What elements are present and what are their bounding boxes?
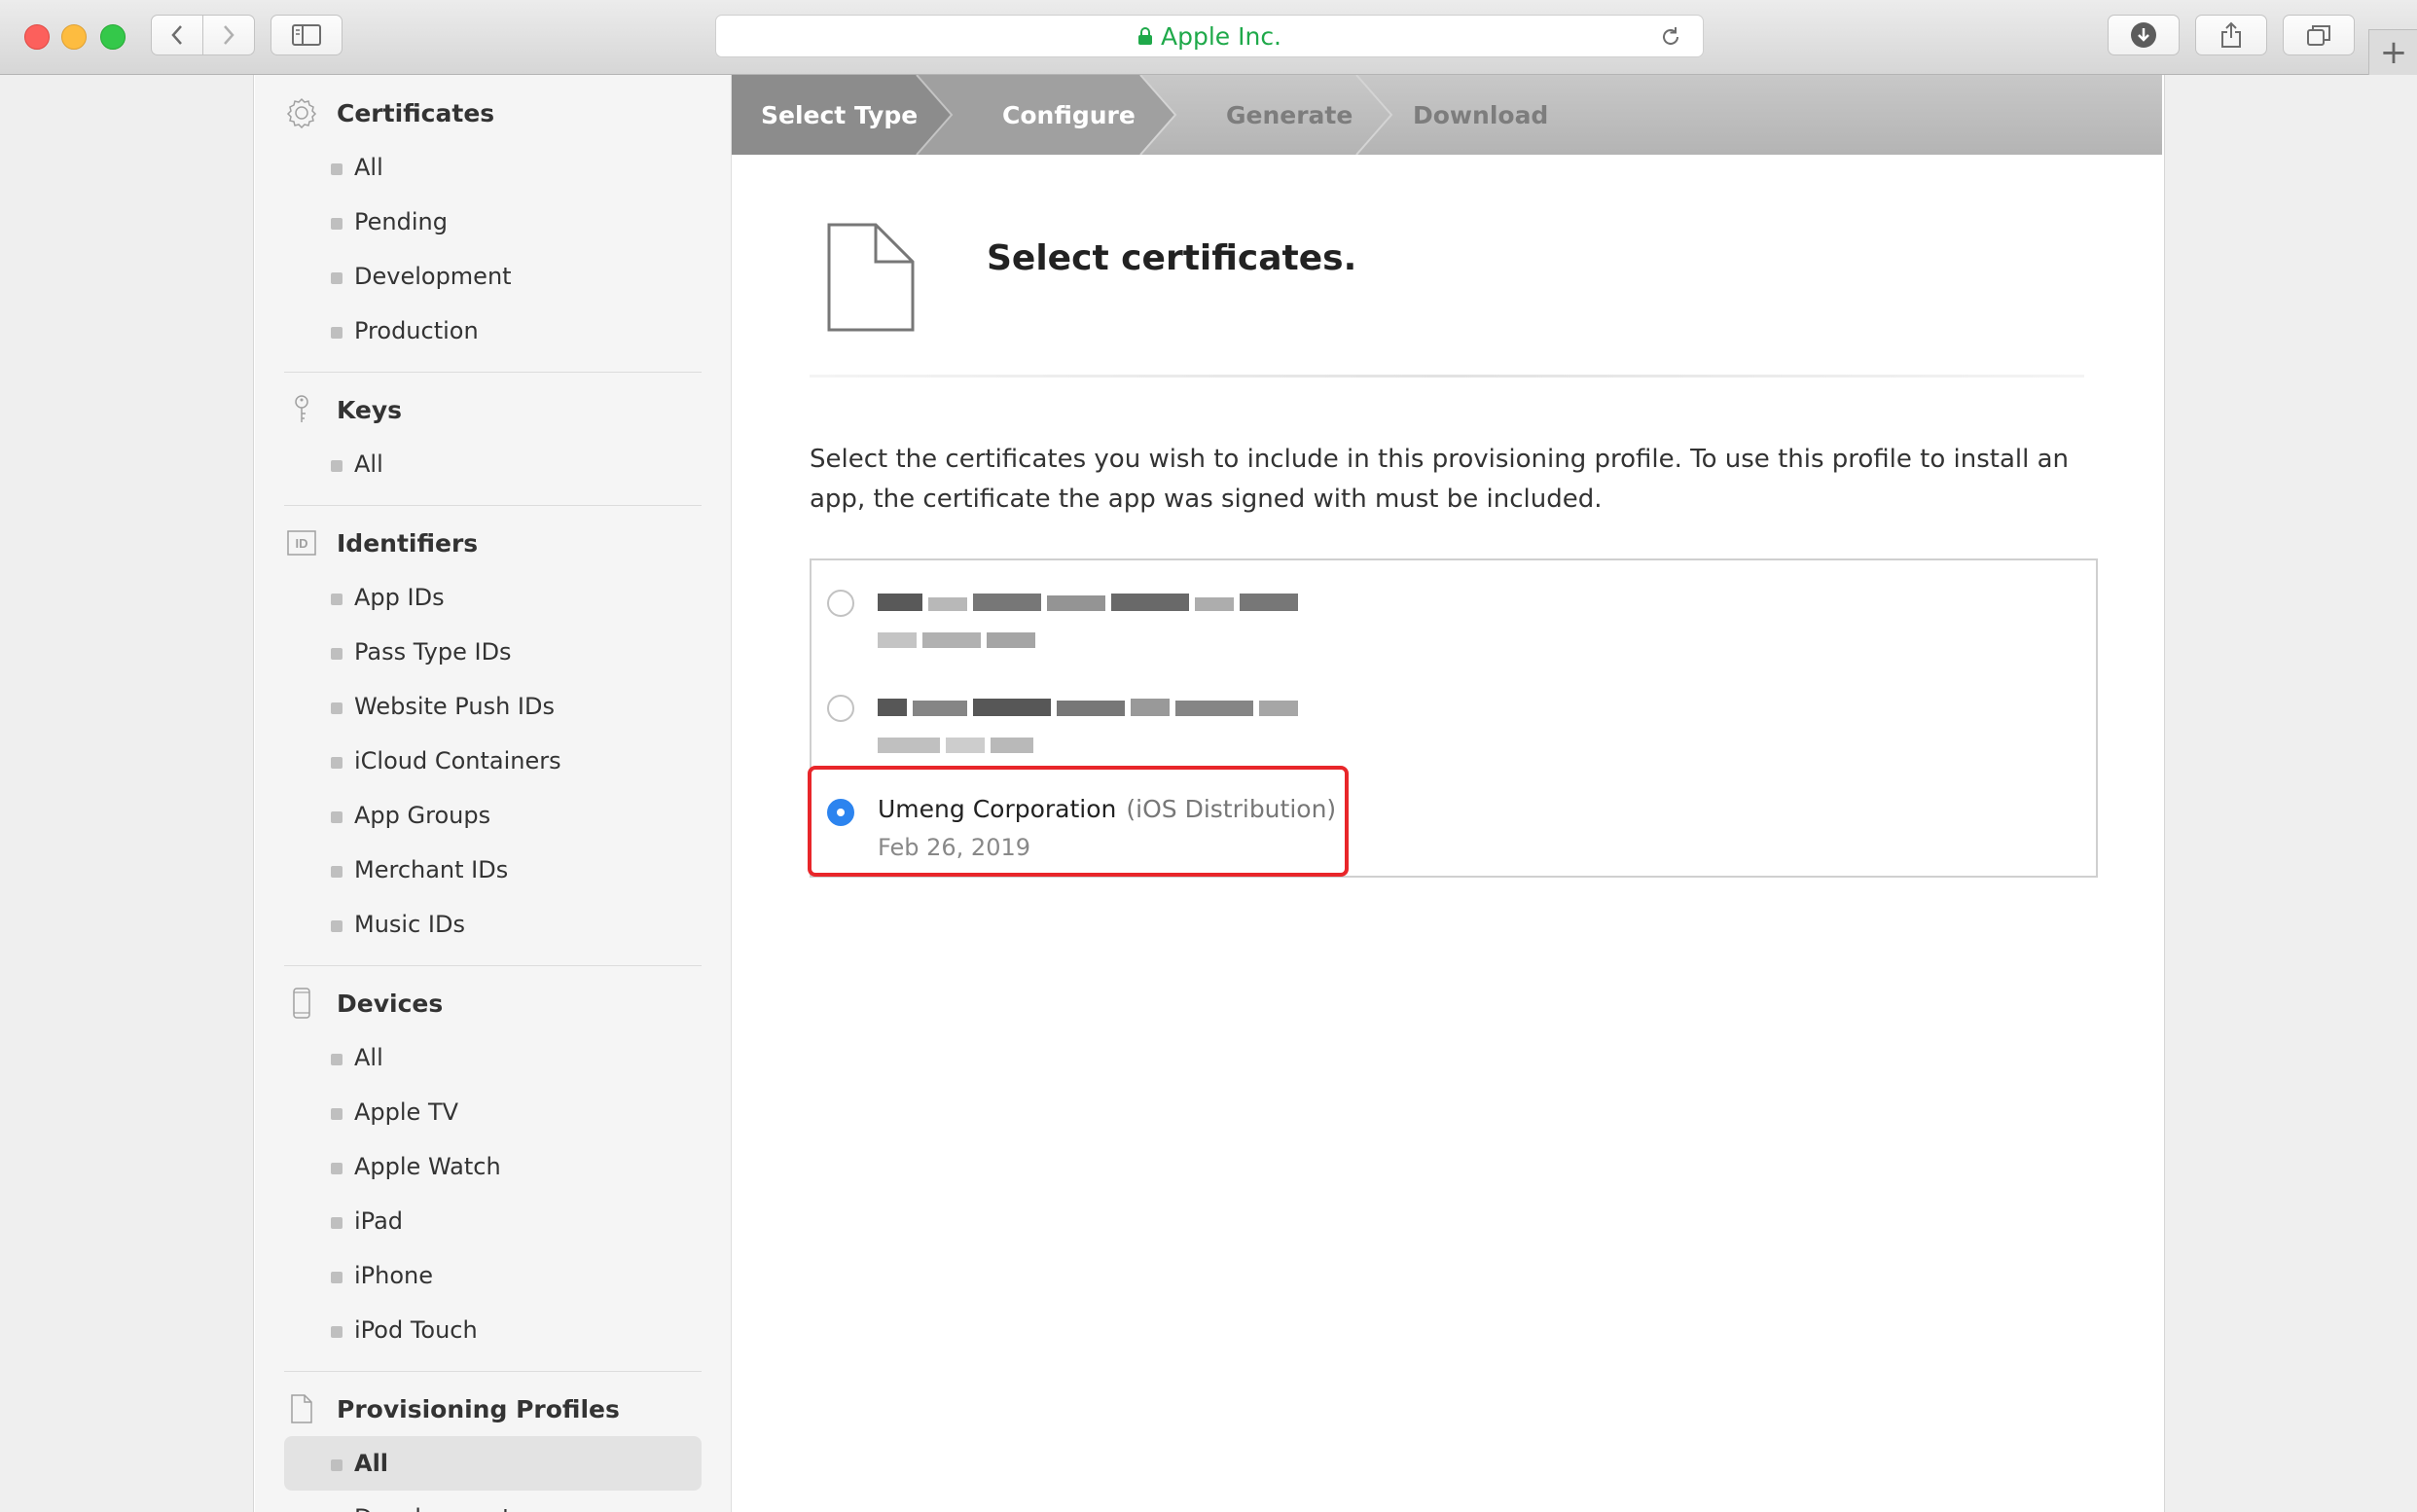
obscured-text	[878, 738, 1033, 753]
new-tab-button[interactable]: +	[2368, 29, 2417, 75]
step-configure: Configure	[1002, 100, 1136, 129]
sidebar-item-certificates-pending[interactable]: Pending	[284, 195, 702, 249]
step-indicator: Select Type Configure Generate Download	[732, 75, 2162, 155]
sidebar-section-title[interactable]: Certificates	[284, 86, 702, 140]
sidebar-item-apple-tv[interactable]: Apple TV	[284, 1085, 702, 1139]
sidebar-item-keys-all[interactable]: All	[284, 437, 702, 491]
sidebar-item-merchant-ids[interactable]: Merchant IDs	[284, 843, 702, 897]
sidebar-item-iphone[interactable]: iPhone	[284, 1248, 702, 1303]
certificate-radio[interactable]	[827, 695, 854, 722]
divider	[284, 965, 702, 966]
chevron-left-icon	[171, 25, 182, 45]
sidebar-item-devices-all[interactable]: All	[284, 1030, 702, 1085]
sidebar: Certificates All Pending Development Pro…	[255, 75, 732, 1512]
obscured-text	[878, 632, 1035, 648]
sidebar-item-pass-type-ids[interactable]: Pass Type IDs	[284, 625, 702, 679]
svg-text:ID: ID	[296, 536, 308, 551]
instructions-text: Select the certificates you wish to incl…	[810, 445, 2070, 514]
sidebar-item-profiles-all[interactable]: All	[284, 1436, 702, 1491]
sidebar-section-title[interactable]: Provisioning Profiles	[284, 1382, 702, 1436]
id-icon: ID	[284, 525, 319, 560]
history-navigation	[151, 15, 255, 55]
certificate-icon	[284, 95, 319, 130]
selection-highlight-annotation	[808, 766, 1349, 877]
window-close-button[interactable]	[24, 24, 50, 50]
key-icon	[284, 392, 319, 427]
sidebar-section-identifiers: ID Identifiers App IDs Pass Type IDs Web…	[255, 516, 731, 966]
title-divider	[810, 375, 2084, 378]
divider	[284, 1371, 702, 1372]
sidebar-item-website-push-ids[interactable]: Website Push IDs	[284, 679, 702, 734]
divider	[284, 372, 702, 373]
reload-icon[interactable]	[1660, 26, 1681, 48]
browser-toolbar: Apple Inc. +	[0, 0, 2417, 75]
lock-icon	[1137, 27, 1152, 45]
downloads-button[interactable]	[2108, 15, 2180, 55]
sidebar-item-music-ids[interactable]: Music IDs	[284, 897, 702, 952]
address-bar[interactable]: Apple Inc.	[715, 15, 1704, 57]
divider	[284, 505, 702, 506]
sidebar-item-app-ids[interactable]: App IDs	[284, 570, 702, 625]
chevron-right-icon	[224, 25, 234, 45]
plus-icon: +	[2379, 33, 2408, 72]
sidebar-section-certificates: Certificates All Pending Development Pro…	[255, 86, 731, 373]
certificate-option[interactable]	[827, 578, 1372, 666]
sidebar-item-app-groups[interactable]: App Groups	[284, 788, 702, 843]
main-content: Select Type Configure Generate Download …	[732, 75, 2162, 1512]
certificate-option[interactable]	[827, 683, 1372, 771]
download-icon	[2131, 22, 2156, 48]
sidebar-section-title[interactable]: ID Identifiers	[284, 516, 702, 570]
sidebar-item-ipad[interactable]: iPad	[284, 1194, 702, 1248]
tab-overview-button[interactable]	[2283, 15, 2355, 55]
sidebar-section-provisioning-profiles: Provisioning Profiles All Development	[255, 1382, 731, 1512]
back-button[interactable]	[152, 16, 202, 54]
sidebar-item-certificates-all[interactable]: All	[284, 140, 702, 195]
sidebar-item-profiles-development[interactable]: Development	[284, 1491, 702, 1512]
page-title: Select certificates.	[987, 238, 1357, 278]
window-minimize-button[interactable]	[61, 24, 87, 50]
share-button[interactable]	[2195, 15, 2267, 55]
document-icon	[827, 223, 915, 332]
window-zoom-button[interactable]	[100, 24, 126, 50]
step-download: Download	[1413, 100, 1549, 129]
sidebar-icon	[292, 24, 321, 46]
device-icon	[284, 986, 319, 1021]
sidebar-toggle-button[interactable]	[271, 15, 343, 55]
step-generate: Generate	[1226, 100, 1353, 129]
sidebar-item-certificates-production[interactable]: Production	[284, 304, 702, 358]
address-text: Apple Inc.	[1160, 21, 1282, 51]
sidebar-item-ipod-touch[interactable]: iPod Touch	[284, 1303, 702, 1357]
document-icon	[284, 1391, 319, 1426]
obscured-text	[878, 699, 1298, 716]
sidebar-item-icloud-containers[interactable]: iCloud Containers	[284, 734, 702, 788]
step-select-type: Select Type	[761, 100, 919, 129]
share-icon	[2221, 21, 2241, 48]
sidebar-section-title[interactable]: Devices	[284, 976, 702, 1030]
certificate-radio[interactable]	[827, 590, 854, 617]
sidebar-section-keys: Keys All	[255, 382, 731, 506]
sidebar-item-certificates-development[interactable]: Development	[284, 249, 702, 304]
tabs-icon	[2307, 25, 2330, 46]
sidebar-section-devices: Devices All Apple TV Apple Watch iPad iP…	[255, 976, 731, 1372]
sidebar-item-apple-watch[interactable]: Apple Watch	[284, 1139, 702, 1194]
sidebar-section-title[interactable]: Keys	[284, 382, 702, 437]
obscured-text	[878, 594, 1298, 611]
forward-button[interactable]	[202, 16, 254, 54]
